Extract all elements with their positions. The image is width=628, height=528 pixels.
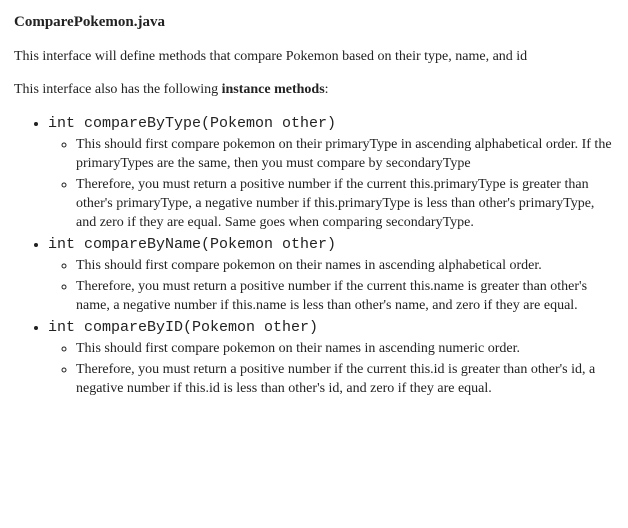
list-item: int compareByType(Pokemon other) This sh… bbox=[48, 114, 614, 233]
methods-intro-post: : bbox=[325, 82, 329, 97]
list-item: This should first compare pokemon on the… bbox=[76, 340, 614, 359]
method-detail-list: This should first compare pokemon on the… bbox=[48, 340, 614, 399]
list-item: Therefore, you must return a positive nu… bbox=[76, 278, 614, 316]
list-item: This should first compare pokemon on the… bbox=[76, 136, 614, 174]
methods-intro-bold: instance methods bbox=[222, 82, 325, 97]
page-title: ComparePokemon.java bbox=[14, 12, 614, 32]
methods-list: int compareByType(Pokemon other) This sh… bbox=[14, 114, 614, 399]
intro-paragraph: This interface will define methods that … bbox=[14, 48, 614, 67]
list-item: This should first compare pokemon on the… bbox=[76, 257, 614, 276]
method-signature: int compareByType(Pokemon other) bbox=[48, 115, 336, 132]
list-item: Therefore, you must return a positive nu… bbox=[76, 361, 614, 399]
methods-intro-pre: This interface also has the following bbox=[14, 82, 222, 97]
method-signature: int compareByName(Pokemon other) bbox=[48, 236, 336, 253]
method-detail-list: This should first compare pokemon on the… bbox=[48, 257, 614, 316]
list-item: Therefore, you must return a positive nu… bbox=[76, 176, 614, 233]
list-item: int compareByID(Pokemon other) This shou… bbox=[48, 318, 614, 399]
method-signature: int compareByID(Pokemon other) bbox=[48, 319, 318, 336]
document-page: ComparePokemon.java This interface will … bbox=[0, 0, 628, 419]
list-item: int compareByName(Pokemon other) This sh… bbox=[48, 235, 614, 316]
methods-intro: This interface also has the following in… bbox=[14, 81, 614, 100]
method-detail-list: This should first compare pokemon on the… bbox=[48, 136, 614, 232]
